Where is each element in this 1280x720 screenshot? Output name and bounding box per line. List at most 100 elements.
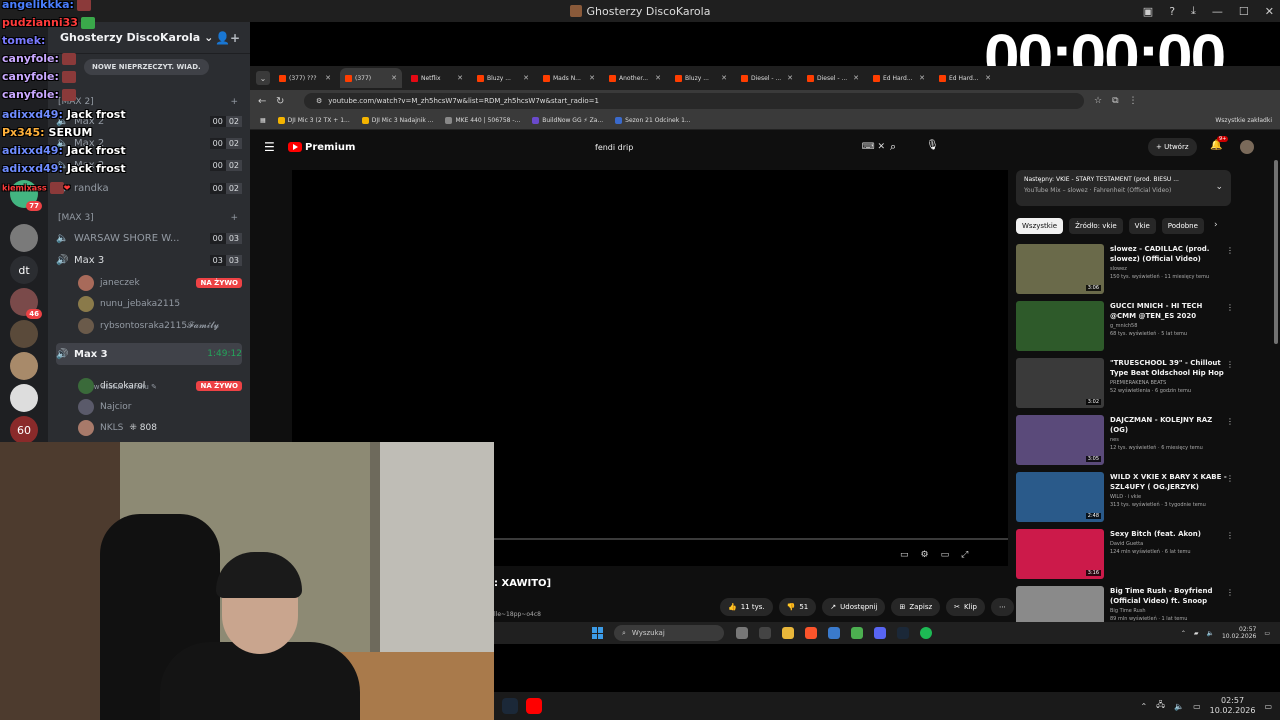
recommended-video[interactable]: 3:06 slowez - CADILLAC (prod. slowez) (Of…	[1016, 244, 1246, 294]
wifi-icon[interactable]: ▰	[1194, 630, 1199, 637]
server-icon[interactable]: 46	[10, 288, 42, 319]
more-options-icon[interactable]: ⋮	[1226, 531, 1234, 540]
voice-member[interactable]: discokarol NA ŻYWO	[78, 376, 242, 396]
video-title[interactable]: slowez - CADILLAC (prod. slowez) (Offici…	[1110, 244, 1230, 264]
voice-member[interactable]: Najcior	[78, 397, 242, 417]
network-icon[interactable]: 🖧	[1156, 699, 1165, 713]
bookmark[interactable]: DJI Mic 3 (2 TX + 1...	[277, 117, 350, 124]
screen-icon[interactable]: ▣	[1143, 5, 1153, 18]
theater-icon[interactable]: ▭	[941, 550, 950, 560]
clock[interactable]: 02:57 10.02.2026	[1210, 696, 1256, 716]
video-thumbnail[interactable]: 3:02	[1016, 358, 1104, 408]
video-thumbnail[interactable]: 3:16	[1016, 529, 1104, 579]
video-title[interactable]: Big Time Rush - Boyfriend (Official Vide…	[1110, 586, 1230, 606]
share-button[interactable]: ↗ Udostępnij	[822, 598, 886, 616]
fullscreen-icon[interactable]: ⤢	[961, 550, 968, 560]
bookmark[interactable]: Sezon 21 Odcinek 1...	[615, 117, 691, 124]
recommended-video[interactable]: 2:48 WILD X VKIE X BARY X KABE - SZL4UFY …	[1016, 472, 1246, 522]
steam-icon[interactable]	[897, 627, 909, 639]
create-button[interactable]: + Utwórz	[1148, 138, 1197, 156]
server-icon[interactable]	[10, 384, 38, 412]
close-tab-icon[interactable]: ✕	[985, 74, 991, 82]
close-tab-icon[interactable]: ✕	[523, 74, 529, 82]
apps-icon[interactable]: ▦	[260, 117, 266, 124]
browser-tab[interactable]: Ed Hard... ✕	[934, 68, 996, 88]
taskview-icon[interactable]	[736, 627, 748, 639]
chrome-icon[interactable]	[851, 627, 863, 639]
browser-tab[interactable]: Ed Hard... ✕	[868, 68, 930, 88]
spotify-icon[interactable]	[920, 627, 932, 639]
voice-member[interactable]: rybsontosraka2115𝓕𝓪𝓶𝓲𝓵𝔂	[78, 316, 242, 336]
video-title[interactable]: DAJCZMAN - KOLEJNY RAZ (OG)	[1110, 415, 1230, 435]
taskbar-search[interactable]: ⌕ Wyszukaj	[614, 625, 724, 641]
like-button[interactable]: 👍 11 tys.	[720, 598, 773, 616]
url-field[interactable]: ⚙ youtube.com/watch?v=M_zh5hcsW7w&list=RD…	[304, 93, 1084, 109]
subtitles-icon[interactable]: ▭	[900, 550, 909, 560]
bookmark[interactable]: BuildNow GG ⚡ Za...	[532, 117, 603, 124]
chip[interactable]: Wszystkie	[1016, 218, 1064, 234]
voice-channel[interactable]: 🔈 WARSAW SHORE W... 00 03	[56, 228, 242, 248]
youtube-icon[interactable]	[526, 698, 542, 714]
search-icon[interactable]: ⌕	[890, 140, 896, 154]
close-tab-icon[interactable]: ✕	[325, 74, 331, 82]
close-tab-icon[interactable]: ✕	[391, 74, 397, 82]
video-title[interactable]: WILD X VKIE X BARY X KABE - SZL4UFY ( OG…	[1110, 472, 1230, 492]
recommended-video[interactable]: 3:05 DAJCZMAN - KOLEJNY RAZ (OG) nes 12 tys…	[1016, 415, 1246, 465]
close-tab-icon[interactable]: ✕	[919, 74, 925, 82]
battery-icon[interactable]: ▭	[1193, 702, 1201, 711]
notification-icon[interactable]: ▭	[1264, 630, 1270, 637]
extensions-icon[interactable]: ⧉	[1112, 96, 1118, 106]
volume-icon[interactable]: 🔈	[1206, 630, 1213, 637]
voice-member[interactable]: NKLS ⁜ 808	[78, 418, 242, 438]
chip[interactable]: Podobne	[1161, 218, 1204, 234]
close-tab-icon[interactable]: ✕	[655, 74, 661, 82]
more-options-icon[interactable]: ⋮	[1226, 417, 1234, 426]
settings-icon[interactable]: ⚙	[921, 550, 929, 560]
chevron-right-icon[interactable]: ›	[1214, 220, 1218, 230]
maximize-button[interactable]: ☐	[1239, 5, 1249, 18]
video-thumbnail[interactable]	[1016, 301, 1104, 351]
minimize-button[interactable]: —	[1212, 5, 1223, 18]
close-tab-icon[interactable]: ✕	[853, 74, 859, 82]
notification-icon[interactable]: ▭	[1264, 702, 1272, 711]
add-member-icon[interactable]: 👤+	[215, 31, 240, 45]
video-title[interactable]: GUCCI MNICH - HI TECH @CMM @TEN_ES 2020	[1110, 301, 1230, 321]
server-icon[interactable]	[10, 352, 38, 380]
recommended-video[interactable]: 3:16 Sexy Bitch (feat. Akon) David Guetta 1…	[1016, 529, 1246, 579]
category-max2[interactable]: [MAX 2] +	[58, 97, 238, 107]
windows-start-icon[interactable]	[592, 627, 604, 639]
server-icon[interactable]	[10, 320, 38, 348]
new-messages-pill[interactable]: NOWE NIEPRZECZYT. WIAD.	[84, 59, 209, 75]
help-icon[interactable]: ?	[1169, 5, 1175, 18]
clip-button[interactable]: ✂ Klip	[946, 598, 985, 616]
discord-icon[interactable]	[874, 627, 886, 639]
video-thumbnail[interactable]: 3:06	[1016, 244, 1104, 294]
video-title[interactable]: "TRUESCHOOL 39" - Chillout Type Beat Old…	[1110, 358, 1230, 378]
menu-icon[interactable]: ☰	[264, 140, 275, 154]
chip[interactable]: Vkie	[1128, 218, 1156, 234]
up-next-panel[interactable]: Następny: VKIE - STARY TESTAMENT (prod. …	[1016, 170, 1231, 206]
voice-member[interactable]: janeczek NA ŻYWO	[78, 273, 242, 293]
server-icon-dt[interactable]: dt	[10, 256, 38, 284]
close-tab-icon[interactable]: ✕	[787, 74, 793, 82]
voice-channel[interactable]: 🔊 Max 3 03 03	[56, 250, 242, 270]
chip[interactable]: Źródło: vkie	[1069, 218, 1123, 234]
browser-tab[interactable]: Diesel - ... ✕	[736, 68, 798, 88]
browser-tab[interactable]: Diesel - ... ✕	[802, 68, 864, 88]
clock[interactable]: 02:57 10.02.2026	[1222, 626, 1256, 640]
recommended-video[interactable]: GUCCI MNICH - HI TECH @CMM @TEN_ES 2020 g…	[1016, 301, 1246, 351]
app-icon[interactable]	[759, 627, 771, 639]
mic-icon[interactable]: 🎙	[926, 140, 939, 151]
download-icon[interactable]: ⤓	[1191, 4, 1196, 18]
category-max3[interactable]: [MAX 3] +	[58, 213, 238, 223]
all-bookmarks[interactable]: Wszystkie zakładki	[1215, 117, 1272, 124]
plus-icon[interactable]: +	[230, 97, 238, 107]
close-tab-icon[interactable]: ✕	[721, 74, 727, 82]
save-button[interactable]: ⊞ Zapisz	[891, 598, 941, 616]
voice-member[interactable]: nunu_jebaka2115	[78, 294, 242, 314]
menu-icon[interactable]: ⋮	[1129, 96, 1138, 106]
bell-icon[interactable]: 🔔 9+	[1210, 136, 1229, 151]
volume-icon[interactable]: 🔈	[1174, 702, 1184, 711]
reload-icon[interactable]: ↻	[276, 96, 294, 107]
more-options-icon[interactable]: ⋮	[1226, 246, 1234, 255]
